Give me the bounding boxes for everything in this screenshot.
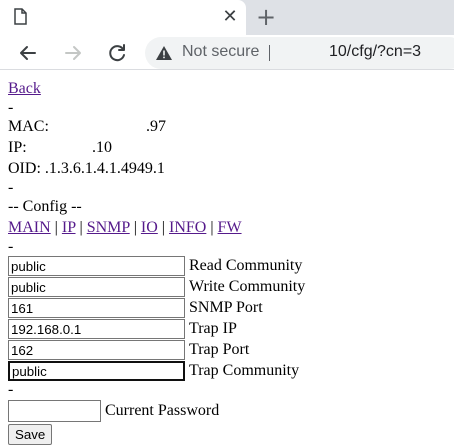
password-label: Current Password	[105, 402, 220, 419]
oid-line: OID: .1.3.6.1.4.1.4949.1	[8, 160, 165, 177]
nav-separator: |	[129, 219, 141, 236]
trap-community-row: Trap Community	[8, 360, 448, 381]
nav-separator: |	[75, 219, 87, 236]
separator: -	[8, 99, 14, 116]
read-community-label: Read Community	[189, 257, 303, 274]
mac-value: .97	[146, 118, 166, 135]
tab-strip: ✕ +	[0, 0, 454, 35]
trap-community-input[interactable]	[8, 361, 185, 381]
nav-separator: |	[206, 219, 218, 236]
arrow-left-icon[interactable]	[15, 40, 41, 66]
nav-link-fw[interactable]: FW	[218, 219, 242, 236]
read-community-row: Read Community	[8, 255, 448, 276]
snmp-port-row: SNMP Port	[8, 297, 448, 318]
close-icon[interactable]: ✕	[220, 6, 240, 28]
ip-label: IP:	[8, 139, 27, 156]
trap-port-input[interactable]	[8, 340, 185, 360]
trap-port-label: Trap Port	[189, 341, 250, 358]
trap-ip-row: Trap IP	[8, 318, 448, 339]
security-label[interactable]: Not secure	[182, 43, 259, 61]
address-bar[interactable]: Not secure 10/cfg/?cn=3	[145, 37, 454, 69]
browser-tab[interactable]: ✕	[0, 0, 246, 35]
mac-line: MAC: .97	[8, 116, 448, 137]
trap-ip-input[interactable]	[8, 319, 185, 339]
separator: -	[8, 381, 14, 398]
tab-title	[40, 11, 130, 23]
ip-value: .10	[92, 139, 112, 156]
back-link[interactable]: Back	[8, 80, 41, 97]
separator: -	[8, 238, 14, 255]
config-nav: MAIN | IP | SNMP | IO | INFO | FW	[8, 217, 448, 238]
reload-icon[interactable]	[104, 40, 130, 66]
ip-line: IP: .10	[8, 137, 448, 158]
page-icon	[14, 8, 27, 25]
omnibox-divider	[269, 45, 270, 61]
trap-community-label: Trap Community	[189, 362, 300, 379]
url-text[interactable]: 10/cfg/?cn=3	[329, 43, 421, 61]
save-button[interactable]: Save	[8, 424, 53, 445]
nav-link-snmp[interactable]: SNMP	[87, 219, 130, 236]
page-content: Back - MAC: .97 IP: .10 OID: .1.3.6.1.4.1.…	[8, 78, 448, 445]
write-community-input[interactable]	[8, 277, 185, 297]
password-input[interactable]	[8, 400, 101, 422]
separator: -	[8, 179, 14, 196]
trap-port-row: Trap Port	[8, 339, 448, 360]
trap-ip-label: Trap IP	[189, 320, 237, 337]
warning-icon[interactable]	[155, 45, 173, 61]
nav-link-io[interactable]: IO	[141, 219, 158, 236]
snmp-port-input[interactable]	[8, 298, 185, 318]
snmp-port-label: SNMP Port	[189, 299, 263, 316]
browser-toolbar: Not secure 10/cfg/?cn=3	[0, 35, 454, 70]
nav-separator: |	[50, 219, 62, 236]
config-heading: -- Config --	[8, 198, 82, 215]
write-community-row: Write Community	[8, 276, 448, 297]
nav-separator: |	[157, 219, 169, 236]
arrow-right-icon[interactable]	[60, 40, 86, 66]
write-community-label: Write Community	[189, 278, 306, 295]
mac-label: MAC:	[8, 118, 49, 135]
nav-link-ip[interactable]: IP	[62, 219, 76, 236]
plus-icon[interactable]: +	[254, 4, 278, 30]
nav-link-info[interactable]: INFO	[169, 219, 206, 236]
password-row: Current Password	[8, 400, 448, 422]
nav-link-main[interactable]: MAIN	[8, 219, 51, 236]
read-community-input[interactable]	[8, 256, 185, 276]
